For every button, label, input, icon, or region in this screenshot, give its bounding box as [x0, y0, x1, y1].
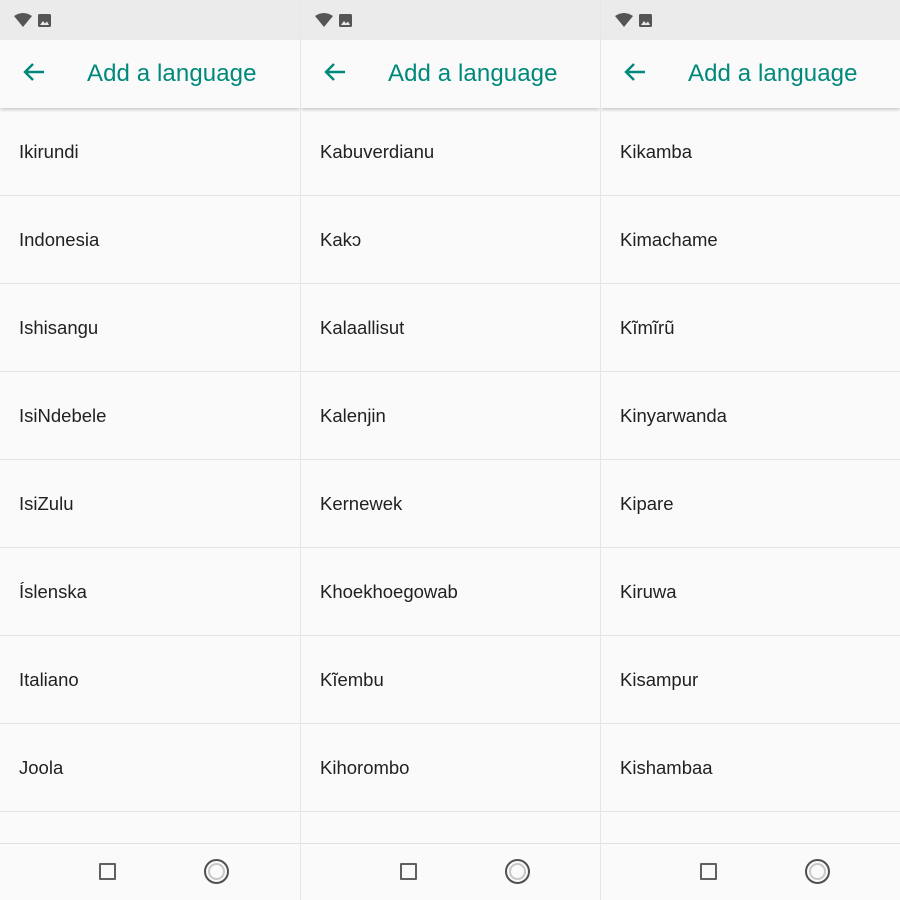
list-item[interactable]: Kipare	[601, 460, 900, 548]
navigation-bar	[0, 843, 300, 900]
home-button[interactable]	[505, 859, 530, 884]
image-icon	[38, 13, 51, 27]
app-bar: Add a language	[0, 40, 300, 108]
navigation-bar	[301, 843, 600, 900]
list-item[interactable]: Khoekhoegowab	[301, 548, 600, 636]
image-icon	[639, 13, 652, 27]
app-bar: Add a language	[601, 40, 900, 108]
list-item[interactable]: Kĩmĩrũ	[601, 284, 900, 372]
list-item[interactable]: Kiruwa	[601, 548, 900, 636]
list-item[interactable]: Italiano	[0, 636, 300, 724]
language-list: Kikamba Kimachame Kĩmĩrũ Kinyarwanda Kip…	[601, 108, 900, 844]
page-title: Add a language	[688, 60, 858, 87]
wifi-icon	[14, 13, 32, 27]
list-item[interactable]: Kernewek	[301, 460, 600, 548]
list-item[interactable]: Kinyarwanda	[601, 372, 900, 460]
list-item[interactable]: Kishambaa	[601, 724, 900, 812]
screen-panel-3: Add a language Kikamba Kimachame Kĩmĩrũ …	[600, 0, 900, 900]
list-item[interactable]: Íslenska	[0, 548, 300, 636]
status-bar	[601, 0, 900, 40]
list-item[interactable]: Indonesia	[0, 196, 300, 284]
wifi-icon	[615, 13, 633, 27]
arrow-left-icon	[624, 62, 646, 87]
list-item[interactable]: Ishisangu	[0, 284, 300, 372]
list-item[interactable]: IsiZulu	[0, 460, 300, 548]
arrow-left-icon	[23, 62, 45, 87]
status-bar	[301, 0, 600, 40]
back-button[interactable]	[0, 40, 68, 108]
image-icon	[339, 13, 352, 27]
screen-panel-1: Add a language Ikirundi Indonesia Ishisa…	[0, 0, 300, 900]
wifi-icon	[315, 13, 333, 27]
list-item[interactable]: Joola	[0, 724, 300, 812]
recents-button[interactable]	[400, 863, 417, 880]
language-list: Ikirundi Indonesia Ishisangu IsiNdebele …	[0, 108, 300, 844]
app-bar: Add a language	[301, 40, 600, 108]
status-bar	[0, 0, 300, 40]
language-list: Kabuverdianu Kakɔ Kalaallisut Kalenjin K…	[301, 108, 600, 844]
list-item[interactable]: IsiNdebele	[0, 372, 300, 460]
list-item[interactable]: Kabuverdianu	[301, 108, 600, 196]
list-item[interactable]: Kakɔ	[301, 196, 600, 284]
list-item[interactable]: Kĩembu	[301, 636, 600, 724]
list-item[interactable]: Kalaallisut	[301, 284, 600, 372]
back-button[interactable]	[301, 40, 369, 108]
recents-button[interactable]	[99, 863, 116, 880]
list-item[interactable]: Kimachame	[601, 196, 900, 284]
page-title: Add a language	[87, 60, 257, 87]
screens-row: Add a language Ikirundi Indonesia Ishisa…	[0, 0, 900, 900]
list-item[interactable]: Kalenjin	[301, 372, 600, 460]
list-item[interactable]: Kikamba	[601, 108, 900, 196]
arrow-left-icon	[324, 62, 346, 87]
list-item[interactable]: Kisampur	[601, 636, 900, 724]
list-item[interactable]: Ikirundi	[0, 108, 300, 196]
page-title: Add a language	[388, 60, 558, 87]
home-button[interactable]	[805, 859, 830, 884]
home-button[interactable]	[204, 859, 229, 884]
list-item[interactable]: Kihorombo	[301, 724, 600, 812]
recents-button[interactable]	[700, 863, 717, 880]
navigation-bar	[601, 843, 900, 900]
back-button[interactable]	[601, 40, 669, 108]
screen-panel-2: Add a language Kabuverdianu Kakɔ Kalaall…	[300, 0, 600, 900]
